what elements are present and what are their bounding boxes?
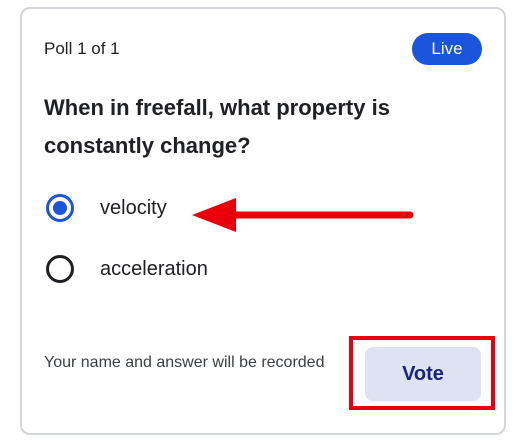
red-arrow-annotation-icon bbox=[192, 198, 414, 232]
option-velocity[interactable]: velocity bbox=[46, 194, 167, 222]
live-status-badge: Live bbox=[412, 33, 482, 65]
option-label: acceleration bbox=[100, 257, 208, 280]
radio-unselected-icon[interactable] bbox=[46, 255, 74, 283]
poll-card: Poll 1 of 1 Live When in freefall, what … bbox=[20, 7, 506, 435]
option-label: velocity bbox=[100, 196, 167, 219]
poll-question: When in freefall, what property is const… bbox=[44, 95, 390, 158]
poll-count-label: Poll 1 of 1 bbox=[44, 39, 120, 58]
option-acceleration[interactable]: acceleration bbox=[46, 255, 208, 283]
footer-note: Your name and answer will be recorded bbox=[44, 354, 325, 371]
radio-selected-icon[interactable] bbox=[46, 194, 74, 222]
vote-button[interactable]: Vote bbox=[365, 347, 481, 401]
